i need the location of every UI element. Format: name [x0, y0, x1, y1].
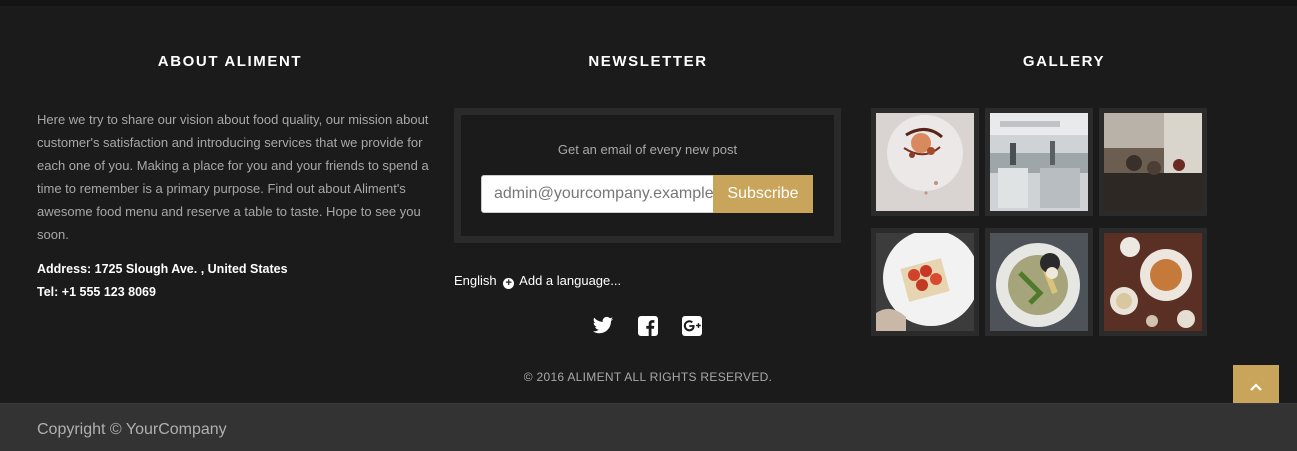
- footer: ABOUT ALIMENT Here we try to share our v…: [0, 6, 1297, 403]
- language-current[interactable]: English: [454, 273, 497, 288]
- add-language-link[interactable]: Add a language...: [519, 273, 621, 288]
- newsletter-box: Get an email of every new post admin@you…: [454, 108, 841, 243]
- facebook-icon[interactable]: [637, 316, 659, 336]
- about-title: ABOUT ALIMENT: [157, 53, 303, 70]
- newsletter-title: NEWSLETTER: [588, 53, 708, 70]
- bottom-bar: Copyright © YourCompany: [0, 403, 1297, 451]
- bottom-copyright: Copyright © YourCompany: [37, 421, 227, 438]
- gallery-image-kitchen[interactable]: [985, 108, 1093, 216]
- chevron-up-icon: [1250, 383, 1262, 391]
- newsletter-email-input[interactable]: admin@yourcompany.example.com: [481, 175, 714, 213]
- phone-text: Tel: +1 555 123 8069: [37, 285, 156, 299]
- copyright-notice: © 2016 ALIMENT ALL RIGHTS RESERVED.: [523, 370, 773, 384]
- gallery-title: GALLERY: [1022, 53, 1106, 70]
- newsletter-label: Get an email of every new post: [557, 142, 738, 157]
- twitter-icon[interactable]: [592, 316, 614, 336]
- language-selector: English + Add a language...: [454, 273, 621, 289]
- plus-circle-icon: +: [503, 278, 515, 289]
- google-plus-icon[interactable]: [681, 316, 703, 336]
- about-description: Here we try to share our vision about fo…: [37, 112, 429, 242]
- contact-info: Address: 1725 Slough Ave. , United State…: [37, 258, 429, 304]
- gallery-image-dessert[interactable]: [871, 108, 979, 216]
- gallery-image-tomato-dish[interactable]: [871, 228, 979, 336]
- gallery-image-dining-room[interactable]: [1099, 108, 1207, 216]
- gallery-image-salad[interactable]: [985, 228, 1093, 336]
- gallery-image-table[interactable]: [1099, 228, 1207, 336]
- address-text: Address: 1725 Slough Ave. , United State…: [37, 262, 288, 276]
- subscribe-button[interactable]: Subscribe: [713, 175, 813, 213]
